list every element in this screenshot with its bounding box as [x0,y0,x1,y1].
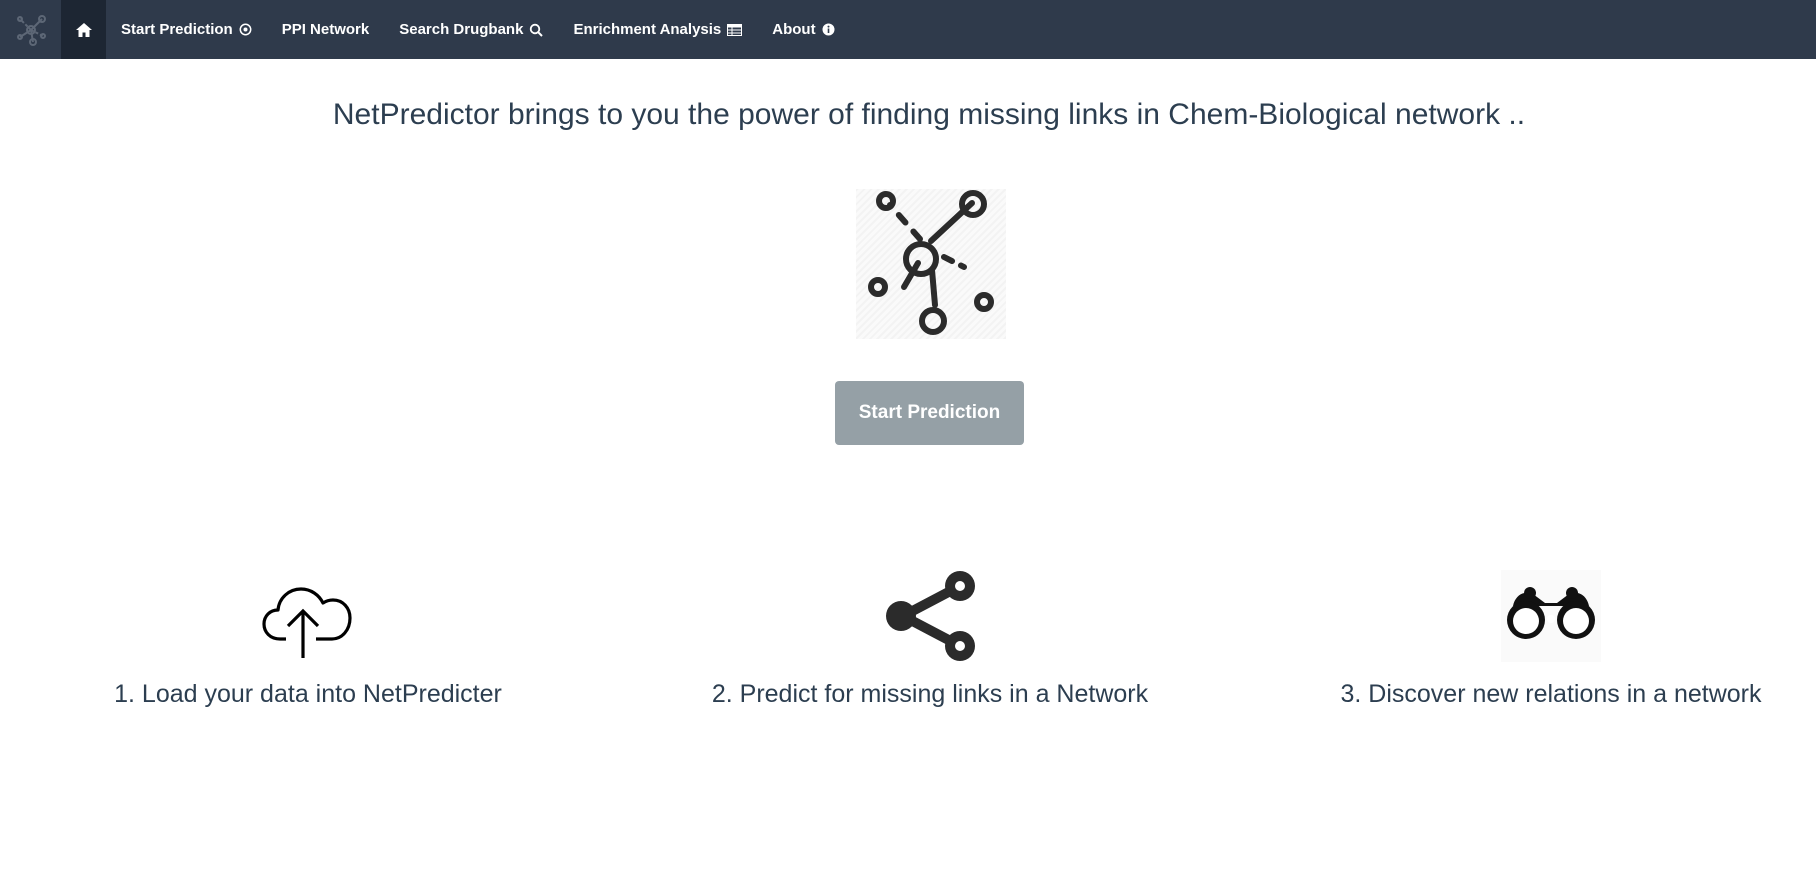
page-headline: NetPredictor brings to you the power of … [332,98,1526,131]
step-discover-relations: 3. Discover new relations in a network [1251,570,1816,709]
nav-search-drugbank[interactable]: Search Drugbank [384,0,558,59]
nav-ppi-network[interactable]: PPI Network [267,0,385,59]
nav-about[interactable]: About [757,0,849,59]
step-load-data: 1. Load your data into NetPredicter [8,570,608,709]
step-2-label: 2. Predict for missing links in a Networ… [711,680,1149,708]
info-icon [822,23,835,36]
binoculars-icon [1501,570,1601,662]
brand-logo[interactable] [0,0,61,59]
top-navbar: Start Prediction PPI Network Search Drug… [0,0,1816,59]
nav-start-prediction[interactable]: Start Prediction [106,0,267,59]
step-1-label: 1. Load your data into NetPredicter [114,680,502,708]
step-predict-links: 2. Predict for missing links in a Networ… [630,570,1230,709]
nav-home[interactable] [61,0,106,59]
nav-start-prediction-label: Start Prediction [121,21,233,38]
hero-image [856,189,1006,339]
home-icon [75,22,92,37]
search-icon [529,23,544,37]
share-icon [886,571,975,661]
target-icon [239,23,252,36]
network-logo-icon [16,14,46,46]
nav-about-label: About [772,21,816,38]
nav-search-drugbank-label: Search Drugbank [399,21,524,38]
table-icon [727,23,743,36]
network-graph-icon [868,190,994,335]
cloud-upload-icon [262,587,352,658]
nav-ppi-network-label: PPI Network [281,21,370,38]
start-prediction-button[interactable]: Start Prediction [835,381,1024,445]
nav-enrichment-analysis-label: Enrichment Analysis [573,21,722,38]
step-3-label: 3. Discover new relations in a network [1340,680,1762,708]
nav-enrichment-analysis[interactable]: Enrichment Analysis [558,0,757,59]
